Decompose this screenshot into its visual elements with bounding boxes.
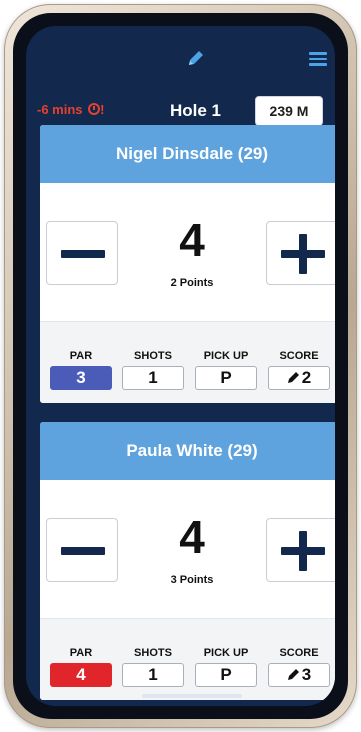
- par-stat: PAR 3: [50, 350, 112, 390]
- shots-value[interactable]: 1: [122, 366, 184, 390]
- pickup-label: PICK UP: [203, 647, 249, 659]
- phone-bezel: -6 mins ! Hole 1 239 M Nigel Dinsdale (2…: [13, 13, 348, 719]
- hamburger-menu-icon[interactable]: [309, 52, 327, 66]
- shots-label: SHOTS: [134, 647, 172, 659]
- score-edit-button[interactable]: 2: [268, 366, 330, 390]
- home-indicator[interactable]: [142, 694, 242, 698]
- shots-value[interactable]: 1: [122, 663, 184, 687]
- pickup-button[interactable]: P: [195, 663, 257, 687]
- par-stat: PAR 4: [50, 647, 112, 687]
- player-name: Paula White (29): [40, 422, 335, 480]
- score-entry: 4 2 Points: [40, 183, 335, 321]
- pencil-icon[interactable]: [186, 48, 206, 68]
- plus-icon: [281, 234, 325, 274]
- pickup-stat: PICK UP P: [195, 350, 257, 390]
- shots-label: SHOTS: [134, 350, 172, 362]
- pickup-label: PICK UP: [203, 350, 249, 362]
- increment-button[interactable]: [266, 221, 335, 285]
- distance-button[interactable]: 239 M: [255, 96, 323, 126]
- par-label: PAR: [69, 647, 93, 659]
- par-label: PAR: [69, 350, 93, 362]
- clock-icon: [88, 103, 101, 115]
- score-label: SCORE: [279, 647, 319, 659]
- pencil-icon: [287, 372, 299, 383]
- shots-stat: SHOTS 1: [122, 647, 184, 687]
- pickup-stat: PICK UP P: [195, 647, 257, 687]
- pickup-button[interactable]: P: [195, 366, 257, 390]
- score-entry: 4 3 Points: [40, 480, 335, 618]
- par-value: 4: [50, 663, 112, 687]
- timer-alert-mark: !: [100, 102, 105, 117]
- round-timer: -6 mins !: [37, 102, 104, 117]
- top-bar: [26, 26, 335, 88]
- plus-icon: [281, 531, 325, 571]
- player-card: Nigel Dinsdale (29) 4 2 Points PAR 3 SHO…: [40, 125, 335, 403]
- shots-stat: SHOTS 1: [122, 350, 184, 390]
- hole-title: Hole 1: [170, 101, 222, 120]
- timer-text: -6 mins: [37, 102, 83, 117]
- score-label: SCORE: [279, 350, 319, 362]
- score-value: 2: [301, 368, 312, 387]
- phone-frame: -6 mins ! Hole 1 239 M Nigel Dinsdale (2…: [4, 4, 357, 728]
- player-card: Paula White (29) 4 3 Points PAR 4 SHOTS …: [40, 422, 335, 700]
- pencil-icon: [287, 669, 299, 680]
- app-screen: -6 mins ! Hole 1 239 M Nigel Dinsdale (2…: [26, 26, 335, 706]
- score-stat: SCORE 3: [268, 647, 330, 687]
- score-stat: SCORE 2: [268, 350, 330, 390]
- increment-button[interactable]: [266, 518, 335, 582]
- player-name: Nigel Dinsdale (29): [40, 125, 335, 183]
- score-value: 3: [301, 665, 312, 684]
- hole-stats: PAR 4 SHOTS 1 PICK UP P SCORE 3: [40, 618, 335, 700]
- par-value: 3: [50, 366, 112, 390]
- score-edit-button[interactable]: 3: [268, 663, 330, 687]
- hole-stats: PAR 3 SHOTS 1 PICK UP P SCORE 2: [40, 321, 335, 403]
